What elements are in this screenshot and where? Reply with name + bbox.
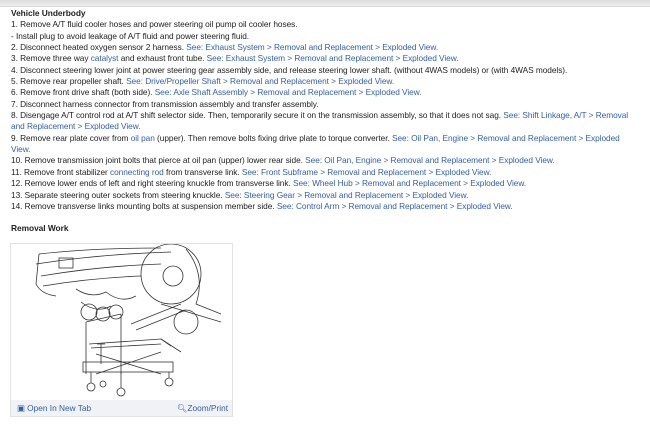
open-in-new-tab-link[interactable]: ▣ Open In New Tab [17,400,91,416]
step-text: 12. Remove lower ends of left and right … [11,178,293,189]
open-new-tab-icon: ▣ [17,403,25,413]
step-text: (upper). Then remove bolts fixing drive … [154,132,392,143]
step-text: 1. Remove A/T fluid cooler hoses and pow… [11,19,298,30]
reference-link[interactable]: See: Wheel Hub > Removal and Replacement… [293,178,526,188]
page-header-bar [0,0,650,7]
step-text: and exhaust front tube. [118,53,207,64]
procedure-content: Vehicle Underbody 1. Remove A/T fluid co… [11,8,633,235]
procedure-step: - Install plug to avoid leakage of A/T f… [11,31,633,42]
step-text: 3. Remove three way [11,53,91,64]
step-text: 9. Remove rear plate cover from [11,132,131,143]
procedure-step: 5. Remove rear propeller shaft. See: Dri… [11,76,633,87]
step-text: - Install plug to avoid leakage of A/T f… [11,30,250,41]
procedure-step: 1. Remove A/T fluid cooler hoses and pow… [11,19,633,30]
procedure-step: 10. Remove transmission joint bolts that… [11,155,633,166]
procedure-step: 14. Remove transverse links mounting bol… [11,201,633,212]
procedure-step: 11. Remove front stabilizer connecting r… [11,167,633,178]
magnifier-icon: 🔍︎ [176,403,188,413]
step-text: 8. Disengage A/T control rod at A/T shif… [11,110,504,121]
step-text: 10. Remove transmission joint bolts that… [11,155,306,166]
removal-work-heading: Removal Work [11,223,69,234]
procedure-step: 8. Disengage A/T control rod at A/T shif… [11,110,633,133]
step-text: 11. Remove front stabilizer [11,166,110,177]
reference-link[interactable]: See: Exhaust System > Removal and Replac… [207,53,459,63]
procedure-step: 9. Remove rear plate cover from oil pan … [11,133,633,156]
section-heading: Vehicle Underbody [11,8,86,18]
step-text: 2. Disconnect heated oxygen sensor 2 har… [11,42,187,53]
figure-footer: ▣ Open In New Tab 🔍︎Zoom/Print [11,400,232,416]
step-text: 6. Remove front drive shaft (both side). [11,87,155,98]
reference-link[interactable]: See: Exhaust System > Removal and Replac… [186,42,438,52]
procedure-step: 2. Disconnect heated oxygen sensor 2 har… [11,42,633,53]
reference-link[interactable]: See: Control Arm > Removal and Replaceme… [277,201,513,211]
procedure-step: 12. Remove lower ends of left and right … [11,178,633,189]
reference-link[interactable]: See: Oil Pan, Engine > Removal and Repla… [305,155,555,165]
reference-link[interactable]: connecting rod [110,167,164,177]
procedure-step: 3. Remove three way catalyst and exhaust… [11,53,633,64]
step-text: 7. Disconnect harness connector from tra… [11,98,319,109]
reference-link[interactable]: See: Axle Shaft Assembly > Removal and R… [155,87,422,97]
step-text: 13. Separate steering outer sockets from… [11,189,225,200]
reference-link[interactable]: catalyst [91,53,119,63]
procedure-step: 4. Disconnect steering lower joint at po… [11,65,633,76]
step-text: 14. Remove transverse links mounting bol… [11,200,277,211]
step-text: 4. Disconnect steering lower joint at po… [11,64,568,75]
figure-card: ▣ Open In New Tab 🔍︎Zoom/Print [10,243,233,417]
removal-illustration[interactable] [11,244,232,400]
reference-link[interactable]: See: Steering Gear > Removal and Replace… [225,190,469,200]
procedure-step: 13. Separate steering outer sockets from… [11,190,633,201]
reference-link[interactable]: oil pan [131,133,155,143]
zoom-print-link[interactable]: 🔍︎Zoom/Print [177,400,228,416]
reference-link[interactable]: See: Drive/Propeller Shaft > Removal and… [126,76,394,86]
steps-list: 1. Remove A/T fluid cooler hoses and pow… [11,19,633,212]
step-text: from transverse link. [163,166,242,177]
procedure-step: 6. Remove front drive shaft (both side).… [11,87,633,98]
step-text: 5. Remove rear propeller shaft. [11,76,127,87]
procedure-step: 7. Disconnect harness connector from tra… [11,99,633,110]
reference-link[interactable]: See: Front Subframe > Removal and Replac… [242,167,492,177]
